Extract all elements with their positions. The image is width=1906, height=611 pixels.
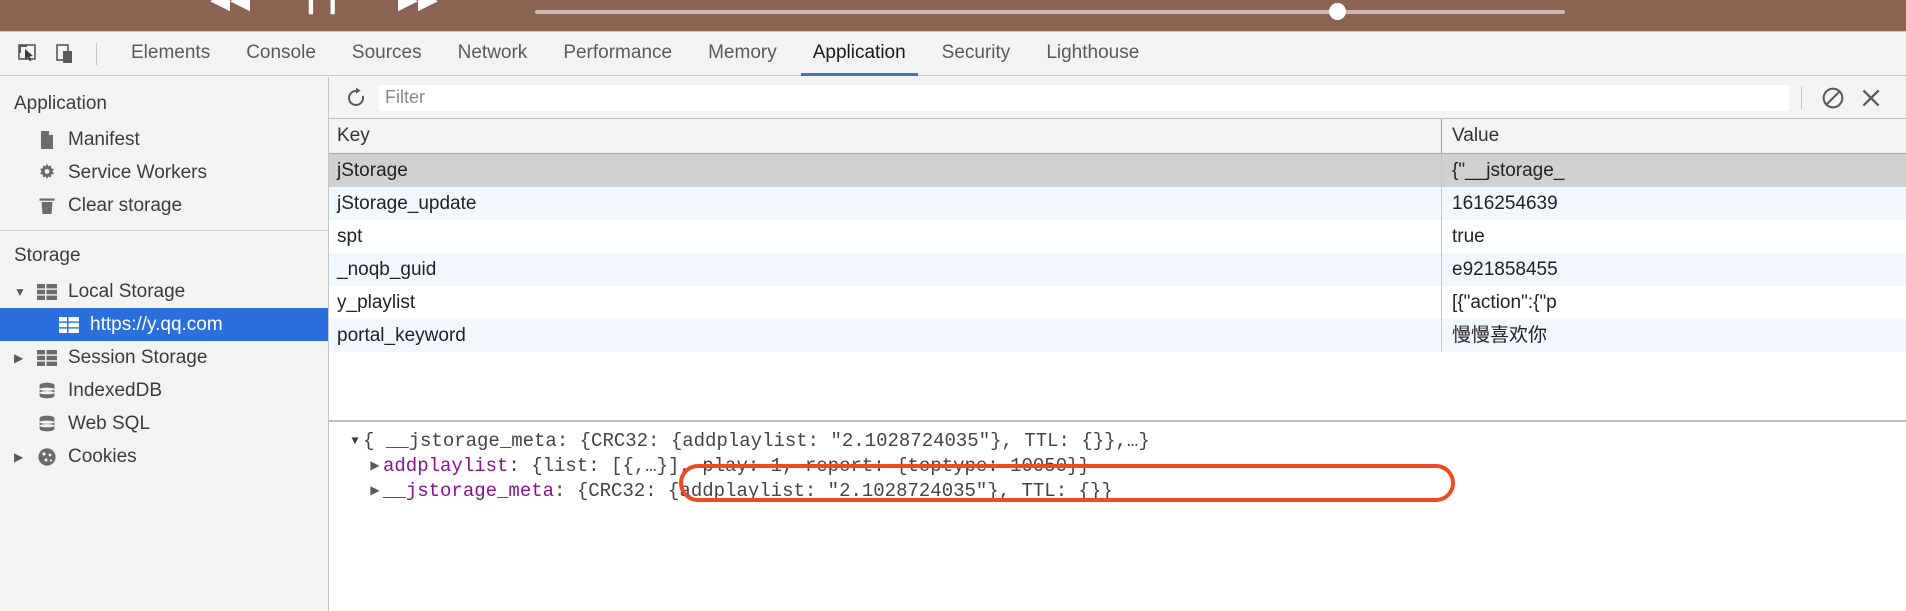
refresh-icon[interactable]: [337, 83, 375, 113]
chevron-right-icon[interactable]: ▶: [14, 352, 23, 364]
cell-value[interactable]: 1616254639: [1442, 187, 1906, 220]
close-icon[interactable]: [1852, 83, 1890, 113]
no-entry-icon[interactable]: [1814, 83, 1852, 113]
sidebar-item-label: Web SQL: [68, 412, 151, 434]
sidebar-item-label: https://y.qq.com: [90, 313, 223, 335]
tab-security[interactable]: Security: [924, 32, 1029, 75]
column-header-value[interactable]: Value: [1442, 119, 1906, 153]
cell-key[interactable]: portal_keyword: [329, 319, 1442, 352]
sidebar-item-service-workers[interactable]: Service Workers: [0, 156, 328, 189]
storage-toolbar: [329, 77, 1906, 119]
cell-value[interactable]: [{"action":{"p: [1442, 286, 1906, 319]
cell-key[interactable]: y_playlist: [329, 286, 1442, 319]
tab-elements[interactable]: Elements: [113, 32, 228, 75]
sidebar-item-local-storage[interactable]: ▼ Local Storage: [0, 275, 328, 308]
preview-value: { __jstorage_meta: {CRC32: {addplaylist:…: [363, 429, 1150, 452]
inspect-element-icon[interactable]: [10, 36, 46, 72]
preview-key: addplaylist: [383, 454, 509, 477]
tab-sources[interactable]: Sources: [334, 32, 440, 75]
table-row[interactable]: spt true: [329, 220, 1906, 253]
filter-input[interactable]: [379, 84, 1789, 111]
devtools-panel: Elements Console Sources Network Performance…: [0, 31, 1906, 611]
sidebar-item-label: Session Storage: [68, 346, 208, 368]
trash-icon: [36, 195, 58, 217]
cell-value[interactable]: true: [1442, 220, 1906, 253]
preview-key: __jstorage_meta: [383, 479, 555, 502]
toolbar-divider-2: [1801, 86, 1802, 109]
sidebar-item-web-sql[interactable]: Web SQL: [0, 407, 328, 440]
cell-value[interactable]: e921858455: [1442, 253, 1906, 286]
tab-lighthouse[interactable]: Lighthouse: [1028, 32, 1157, 75]
seek-slider-track[interactable]: [535, 10, 1565, 14]
tab-memory[interactable]: Memory: [690, 32, 795, 75]
sidebar-item-indexeddb[interactable]: IndexedDB: [0, 374, 328, 407]
document-icon: [36, 129, 58, 151]
media-player-bar: ◀◀ ❙❙ ▶▶: [0, 0, 1906, 31]
table-row[interactable]: y_playlist [{"action":{"p: [329, 286, 1906, 319]
application-sidebar: Application Manifest Service Workers Clear …: [0, 77, 329, 611]
cell-key[interactable]: jStorage_update: [329, 187, 1442, 220]
table-row[interactable]: jStorage {"__jstorage_: [329, 154, 1906, 187]
sidebar-item-session-storage[interactable]: ▶ Session Storage: [0, 341, 328, 374]
cell-key[interactable]: jStorage: [329, 154, 1442, 187]
cell-key[interactable]: spt: [329, 220, 1442, 253]
preview-value: : {list: [{,…}], play: 1, report: {topty…: [508, 454, 1090, 477]
devtools-body: Application Manifest Service Workers Clear …: [0, 77, 1906, 611]
chevron-down-icon[interactable]: ▼: [347, 434, 363, 448]
sidebar-divider: [0, 230, 328, 231]
table-row[interactable]: portal_keyword 慢慢喜欢你: [329, 319, 1906, 352]
sidebar-item-manifest[interactable]: Manifest: [0, 123, 328, 156]
tab-performance[interactable]: Performance: [545, 32, 690, 75]
preview-line[interactable]: ▶ __jstorage_meta: {CRC32: {addplaylist: …: [329, 478, 1906, 503]
cookie-icon: [36, 446, 58, 468]
tab-network[interactable]: Network: [440, 32, 546, 75]
cell-key[interactable]: _noqb_guid: [329, 253, 1442, 286]
local-storage-table: Key Value jStorage {"__jstorage_ jStorage_…: [329, 119, 1906, 611]
preview-line[interactable]: ▼{ __jstorage_meta: {CRC32: {addplaylist…: [329, 428, 1906, 453]
skip-next-icon[interactable]: ▶▶: [398, 0, 438, 12]
seek-slider-knob[interactable]: [1329, 3, 1346, 20]
table-icon: [58, 314, 80, 336]
devtools-screenshot: ◀◀ ❙❙ ▶▶ ElementsC: [0, 0, 1906, 611]
sidebar-item-label: Local Storage: [68, 280, 186, 302]
sidebar-item-cookies[interactable]: ▶ Cookies: [0, 440, 328, 473]
table-row[interactable]: _noqb_guid e921858455: [329, 253, 1906, 286]
column-header-key[interactable]: Key: [329, 119, 1442, 153]
gear-icon: [36, 162, 58, 184]
database-icon: [36, 380, 58, 402]
preview-line[interactable]: ▶ addplaylist: {list: [{,…}], play: 1, re…: [329, 453, 1906, 478]
preview-value: : {CRC32: {addplaylist: "2.1028724035"},…: [554, 479, 1113, 502]
sidebar-item-label: Clear storage: [68, 194, 183, 216]
tab-application[interactable]: Application: [795, 32, 924, 76]
toolbar-divider: [96, 42, 97, 65]
table-icon: [36, 347, 58, 369]
database-icon: [36, 413, 58, 435]
storage-main-panel: Key Value jStorage{"__jstorage_jStorage_…: [329, 77, 1906, 611]
chevron-right-icon[interactable]: ▶: [14, 451, 23, 463]
chevron-down-icon[interactable]: ▼: [14, 286, 26, 298]
chevron-right-icon[interactable]: ▶: [367, 483, 383, 498]
table-header-row: Key Value: [329, 119, 1906, 154]
table-row[interactable]: jStorage_update 1616254639: [329, 187, 1906, 220]
table-icon: [36, 281, 58, 303]
sidebar-item-https-y-qq-com[interactable]: https://y.qq.com: [0, 308, 328, 341]
sidebar-item-label: Service Workers: [68, 161, 208, 183]
tab-console[interactable]: Console: [228, 32, 334, 75]
devtools-tabbar: Elements Console Sources Network Performance…: [0, 32, 1906, 76]
skip-previous-icon[interactable]: ◀◀: [210, 0, 250, 12]
sidebar-item-label: IndexedDB: [68, 379, 163, 401]
chevron-right-icon[interactable]: ▶: [367, 458, 383, 473]
device-toolbar-icon[interactable]: [48, 36, 84, 72]
value-preview-pane: ▼{ __jstorage_meta: {CRC32: {addplaylist…: [329, 420, 1906, 611]
sidebar-section-title-storage: Storage: [14, 245, 81, 266]
sidebar-item-label: Cookies: [68, 445, 137, 467]
sidebar-item-label: Manifest: [68, 128, 140, 150]
sidebar-section-title-application: Application: [14, 93, 107, 114]
cell-value[interactable]: 慢慢喜欢你: [1442, 319, 1906, 352]
pause-icon[interactable]: ❙❙: [300, 0, 344, 12]
cell-value[interactable]: {"__jstorage_: [1442, 154, 1906, 187]
sidebar-item-clear-storage[interactable]: Clear storage: [0, 189, 328, 222]
